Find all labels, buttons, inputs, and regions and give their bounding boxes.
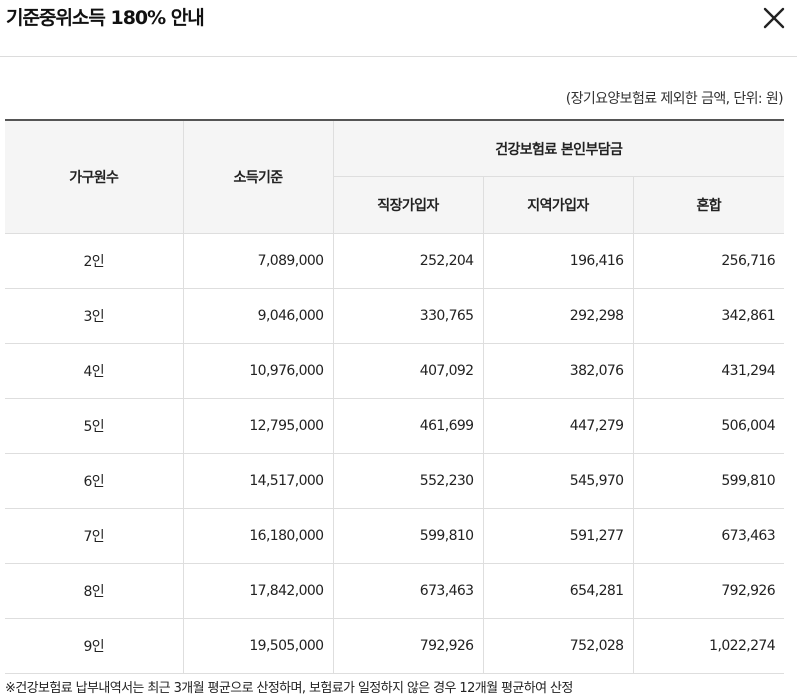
cell-mixed: 673,463 xyxy=(632,508,785,564)
cell-household: 2인 xyxy=(5,233,184,289)
cell-mixed: 1,022,274 xyxy=(632,618,785,674)
cell-mixed: 431,294 xyxy=(632,343,785,399)
table-body: 2인 7,089,000 252,204 196,416 256,716 3인 9,046,… xyxy=(5,233,785,674)
cell-income-standard: 10,976,000 xyxy=(182,343,334,399)
cell-regional: 292,298 xyxy=(482,288,634,344)
cell-mixed: 342,861 xyxy=(632,288,785,344)
table-row: 3인 9,046,000 330,765 292,298 342,861 xyxy=(5,288,785,344)
cell-mixed: 792,926 xyxy=(632,563,785,619)
close-icon xyxy=(763,7,785,29)
header-employee: 직장가입자 xyxy=(333,176,484,234)
unit-note: (장기요양보험료 제외한 금액, 단위: 원) xyxy=(565,91,784,107)
cell-household: 7인 xyxy=(5,508,184,564)
cell-household: 8인 xyxy=(5,563,184,619)
header-regional: 지역가입자 xyxy=(482,176,634,234)
cell-employee: 461,699 xyxy=(332,398,484,454)
table-row: 8인 17,842,000 673,463 654,281 792,926 xyxy=(5,563,785,619)
table-row: 9인 19,505,000 792,926 752,028 1,022,274 xyxy=(5,618,785,674)
cell-regional: 654,281 xyxy=(482,563,634,619)
cell-household: 3인 xyxy=(5,288,184,344)
cell-employee: 599,810 xyxy=(332,508,484,564)
cell-income-standard: 7,089,000 xyxy=(182,233,334,289)
cell-employee: 792,926 xyxy=(332,618,484,674)
cell-regional: 447,279 xyxy=(482,398,634,454)
modal-header: 기준중위소득 180% 안내 xyxy=(0,0,797,57)
table-row: 5인 12,795,000 461,699 447,279 506,004 xyxy=(5,398,785,454)
cell-income-standard: 19,505,000 xyxy=(182,618,334,674)
header-income-standard: 소득기준 xyxy=(182,119,334,234)
cell-income-standard: 17,842,000 xyxy=(182,563,334,619)
cell-employee: 252,204 xyxy=(332,233,484,289)
income-table: 가구원수 소득기준 건강보험료 본인부담금 직장가입자 지역가입자 혼합 2인 7… xyxy=(5,119,785,674)
cell-income-standard: 16,180,000 xyxy=(182,508,334,564)
header-household: 가구원수 xyxy=(5,119,184,234)
modal-title: 기준중위소득 180% 안내 xyxy=(6,7,205,29)
header-premium-group: 건강보험료 본인부담금 xyxy=(332,119,785,177)
table-row: 4인 10,976,000 407,092 382,076 431,294 xyxy=(5,343,785,399)
cell-income-standard: 9,046,000 xyxy=(182,288,334,344)
header-mixed: 혼합 xyxy=(632,176,785,234)
cell-employee: 330,765 xyxy=(332,288,484,344)
close-button[interactable] xyxy=(761,5,787,31)
cell-mixed: 506,004 xyxy=(632,398,785,454)
table-row: 6인 14,517,000 552,230 545,970 599,810 xyxy=(5,453,785,509)
cell-regional: 196,416 xyxy=(482,233,634,289)
cell-employee: 673,463 xyxy=(332,563,484,619)
table-row: 2인 7,089,000 252,204 196,416 256,716 xyxy=(5,233,785,289)
cell-regional: 545,970 xyxy=(482,453,634,509)
cell-income-standard: 12,795,000 xyxy=(182,398,334,454)
cell-regional: 752,028 xyxy=(482,618,634,674)
table-row: 7인 16,180,000 599,810 591,277 673,463 xyxy=(5,508,785,564)
cell-income-standard: 14,517,000 xyxy=(182,453,334,509)
cell-regional: 591,277 xyxy=(482,508,634,564)
cell-household: 6인 xyxy=(5,453,184,509)
cell-household: 4인 xyxy=(5,343,184,399)
footnote: ※건강보험료 납부내역서는 최근 3개월 평균으로 산정하며, 보험료가 일정하… xyxy=(5,681,573,696)
cell-mixed: 599,810 xyxy=(632,453,785,509)
cell-household: 5인 xyxy=(5,398,184,454)
cell-employee: 552,230 xyxy=(332,453,484,509)
cell-employee: 407,092 xyxy=(332,343,484,399)
cell-regional: 382,076 xyxy=(482,343,634,399)
cell-mixed: 256,716 xyxy=(632,233,785,289)
cell-household: 9인 xyxy=(5,618,184,674)
